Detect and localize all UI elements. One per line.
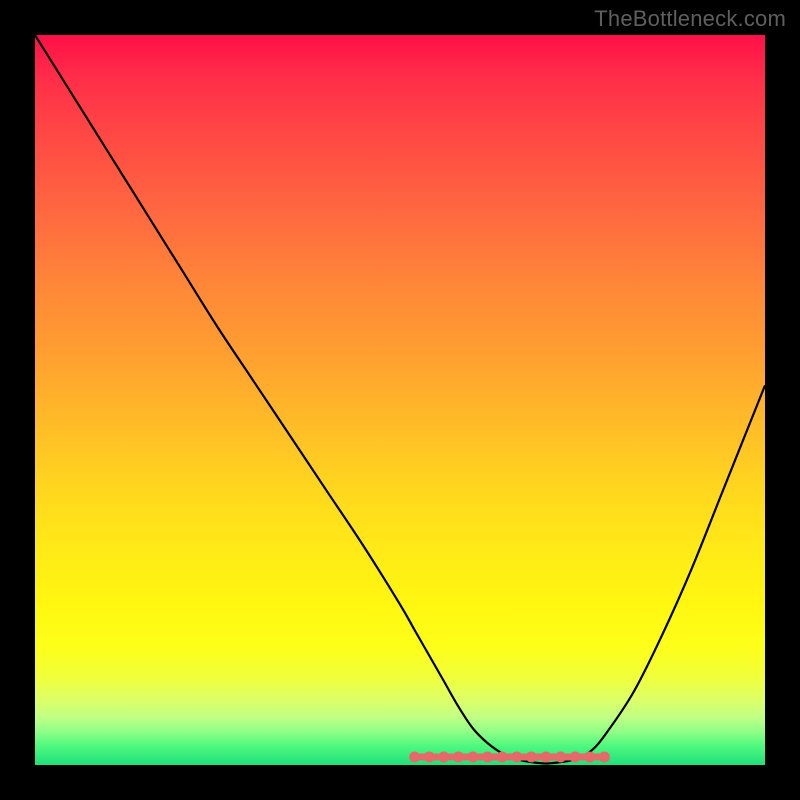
watermark-text: TheBottleneck.com bbox=[594, 6, 786, 32]
safe-zone-dot bbox=[482, 752, 493, 763]
plot-area bbox=[35, 35, 765, 765]
safe-zone-dot bbox=[570, 752, 581, 763]
safe-zone-dot bbox=[541, 752, 552, 763]
safe-zone-dot bbox=[497, 752, 508, 763]
safe-zone-dot bbox=[438, 752, 449, 763]
safe-zone-dot bbox=[453, 752, 464, 763]
safe-zone-dot bbox=[584, 752, 595, 763]
safe-zone-dot bbox=[555, 752, 566, 763]
safe-zone-dot bbox=[599, 752, 610, 763]
safe-zone-dot bbox=[468, 752, 479, 763]
bottleneck-curve bbox=[35, 35, 765, 764]
curve-svg bbox=[35, 35, 765, 765]
safe-zone-dot bbox=[511, 752, 522, 763]
safe-zone-dot bbox=[409, 752, 420, 763]
chart-frame: TheBottleneck.com bbox=[0, 0, 800, 800]
safe-zone-dot bbox=[526, 752, 537, 763]
safe-zone-dot bbox=[424, 752, 435, 763]
